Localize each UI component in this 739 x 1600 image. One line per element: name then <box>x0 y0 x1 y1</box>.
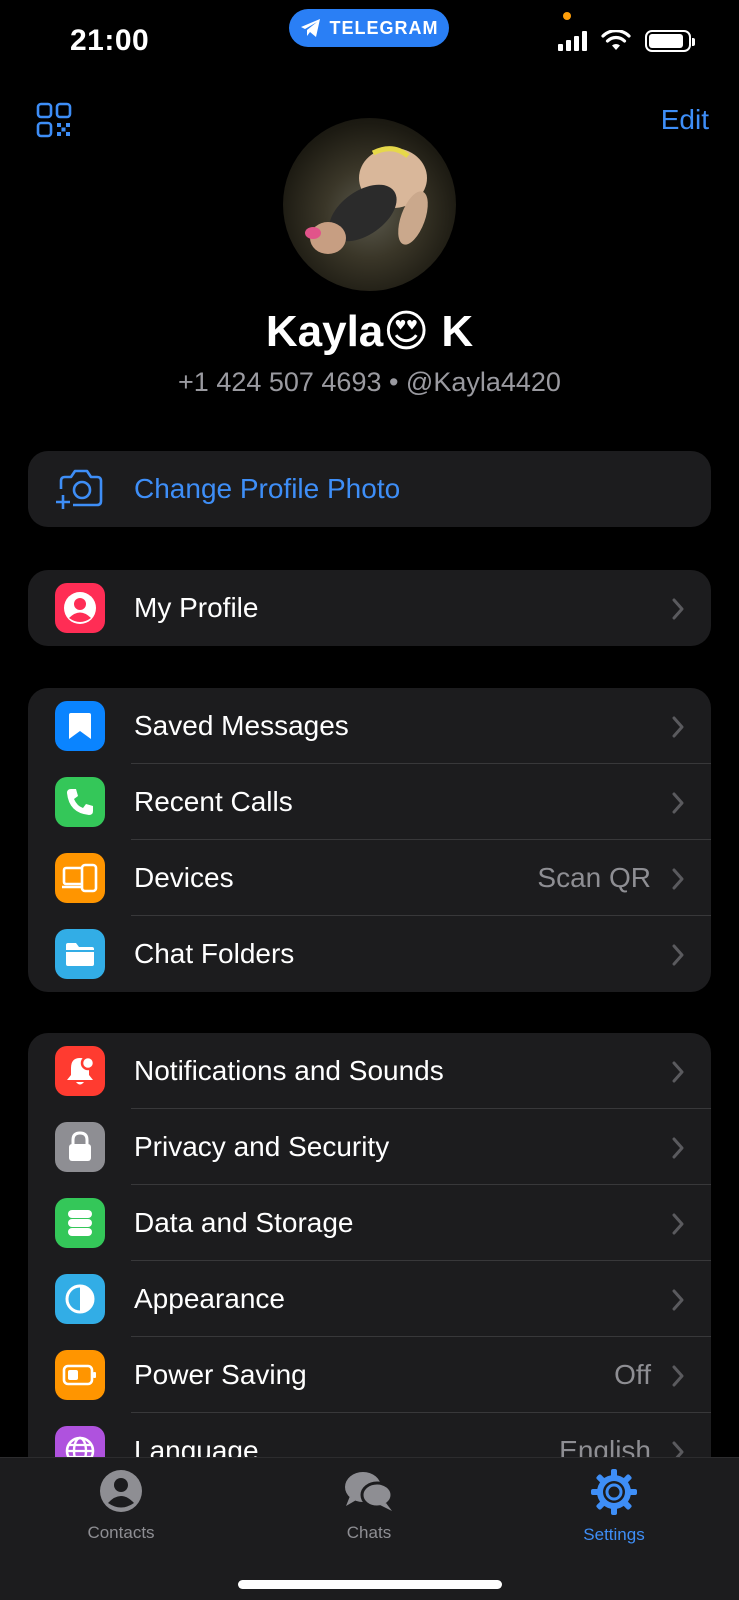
menu-item-value: English <box>559 1435 651 1457</box>
chevron-right-icon <box>672 1061 684 1083</box>
menu-item-label: Appearance <box>134 1283 286 1314</box>
wifi-icon <box>601 30 631 50</box>
chevron-right-icon <box>672 868 684 890</box>
status-bar: 21:00 TELEGRAM <box>0 0 739 84</box>
menu-item-label: Data and Storage <box>134 1207 354 1238</box>
status-icons <box>558 30 695 52</box>
tab-settings[interactable]: Settings <box>539 1468 689 1545</box>
devices-icon <box>55 853 105 903</box>
menu-item-chat-folders[interactable]: Chat Folders <box>28 916 711 992</box>
globe-icon <box>55 1426 105 1457</box>
menu-item-saved-messages[interactable]: Saved Messages <box>28 688 711 764</box>
menu-item-data-storage[interactable]: Data and Storage <box>28 1185 711 1261</box>
chevron-right-icon <box>672 1441 684 1457</box>
chevron-right-icon <box>672 792 684 814</box>
menu-item-label: My Profile <box>134 592 259 623</box>
telegram-icon <box>300 19 320 37</box>
profile-phone-username: +1 424 507 4693 • @Kayla4420 <box>178 367 561 397</box>
menu-item-label: Devices <box>134 862 234 893</box>
menu-item-power-saving[interactable]: Power Saving Off <box>28 1337 711 1413</box>
folder-icon <box>55 929 105 979</box>
tab-bar: Contacts Chats Settings <box>0 1457 739 1600</box>
menu-item-label: Saved Messages <box>134 710 349 741</box>
menu-item-label: Chat Folders <box>134 938 295 969</box>
menu-item-value: Off <box>614 1359 651 1390</box>
menu-item-value: Scan QR <box>537 862 651 893</box>
chevron-right-icon <box>672 716 684 738</box>
bookmark-icon <box>55 701 105 751</box>
bell-icon <box>55 1046 105 1096</box>
tab-chats[interactable]: Chats <box>294 1468 444 1543</box>
qr-code-button[interactable] <box>36 102 72 138</box>
privacy-indicator-dot <box>563 12 571 20</box>
half-circle-icon <box>55 1274 105 1324</box>
tab-label: Settings <box>583 1525 645 1544</box>
phone-icon <box>55 777 105 827</box>
change-photo-group: Change Profile Photo <box>28 451 711 527</box>
tab-label: Contacts <box>87 1523 155 1542</box>
battery-icon <box>55 1350 105 1400</box>
person-circle-icon <box>55 583 105 633</box>
camera-add-icon <box>56 469 103 509</box>
menu-item-privacy-security[interactable]: Privacy and Security <box>28 1109 711 1185</box>
menu-item-my-profile[interactable]: My Profile <box>28 570 711 646</box>
settings-group: Notifications and Sounds Privacy and Sec… <box>28 1033 711 1457</box>
qr-code-icon <box>36 102 72 138</box>
chevron-right-icon <box>672 1365 684 1387</box>
chevron-right-icon <box>672 944 684 966</box>
menu-item-recent-calls[interactable]: Recent Calls <box>28 764 711 840</box>
profile-avatar[interactable] <box>283 118 456 291</box>
battery-icon <box>645 30 695 52</box>
menu-item-notifications[interactable]: Notifications and Sounds <box>28 1033 711 1109</box>
chevron-right-icon <box>672 1137 684 1159</box>
home-indicator[interactable] <box>238 1580 502 1589</box>
app-indicator-pill[interactable]: TELEGRAM <box>289 9 449 47</box>
menu-item-language[interactable]: Language English <box>28 1413 711 1457</box>
edit-button[interactable]: Edit <box>661 104 709 136</box>
app-indicator-label: TELEGRAM <box>329 17 439 38</box>
menu-item-label: Notifications and Sounds <box>134 1055 444 1086</box>
menu-item-label: Power Saving <box>134 1359 307 1390</box>
gear-icon <box>591 1469 637 1515</box>
tab-label: Chats <box>346 1523 392 1542</box>
main-group: Saved Messages Recent Calls Devices Scan… <box>28 688 711 992</box>
profile-group: My Profile <box>28 570 711 646</box>
menu-item-label: Recent Calls <box>134 786 293 817</box>
chevron-right-icon <box>672 1289 684 1311</box>
change-profile-photo-label: Change Profile Photo <box>134 473 401 504</box>
menu-item-label: Privacy and Security <box>134 1131 390 1162</box>
chevron-right-icon <box>672 598 684 620</box>
lock-icon <box>55 1122 105 1172</box>
status-time: 21:00 <box>70 24 150 57</box>
menu-item-label: Language <box>134 1435 259 1457</box>
chevron-right-icon <box>672 1213 684 1235</box>
profile-name: Kayla😍 K <box>265 307 474 356</box>
menu-item-devices[interactable]: Devices Scan QR <box>28 840 711 916</box>
tab-contacts[interactable]: Contacts <box>46 1468 196 1543</box>
cellular-signal-icon <box>558 31 587 51</box>
database-icon <box>55 1198 105 1248</box>
chat-bubbles-icon <box>345 1472 394 1511</box>
change-profile-photo-button[interactable]: Change Profile Photo <box>28 451 711 527</box>
person-icon <box>100 1470 142 1512</box>
avatar-photo <box>305 146 428 254</box>
menu-item-appearance[interactable]: Appearance <box>28 1261 711 1337</box>
battery-level <box>649 34 684 48</box>
